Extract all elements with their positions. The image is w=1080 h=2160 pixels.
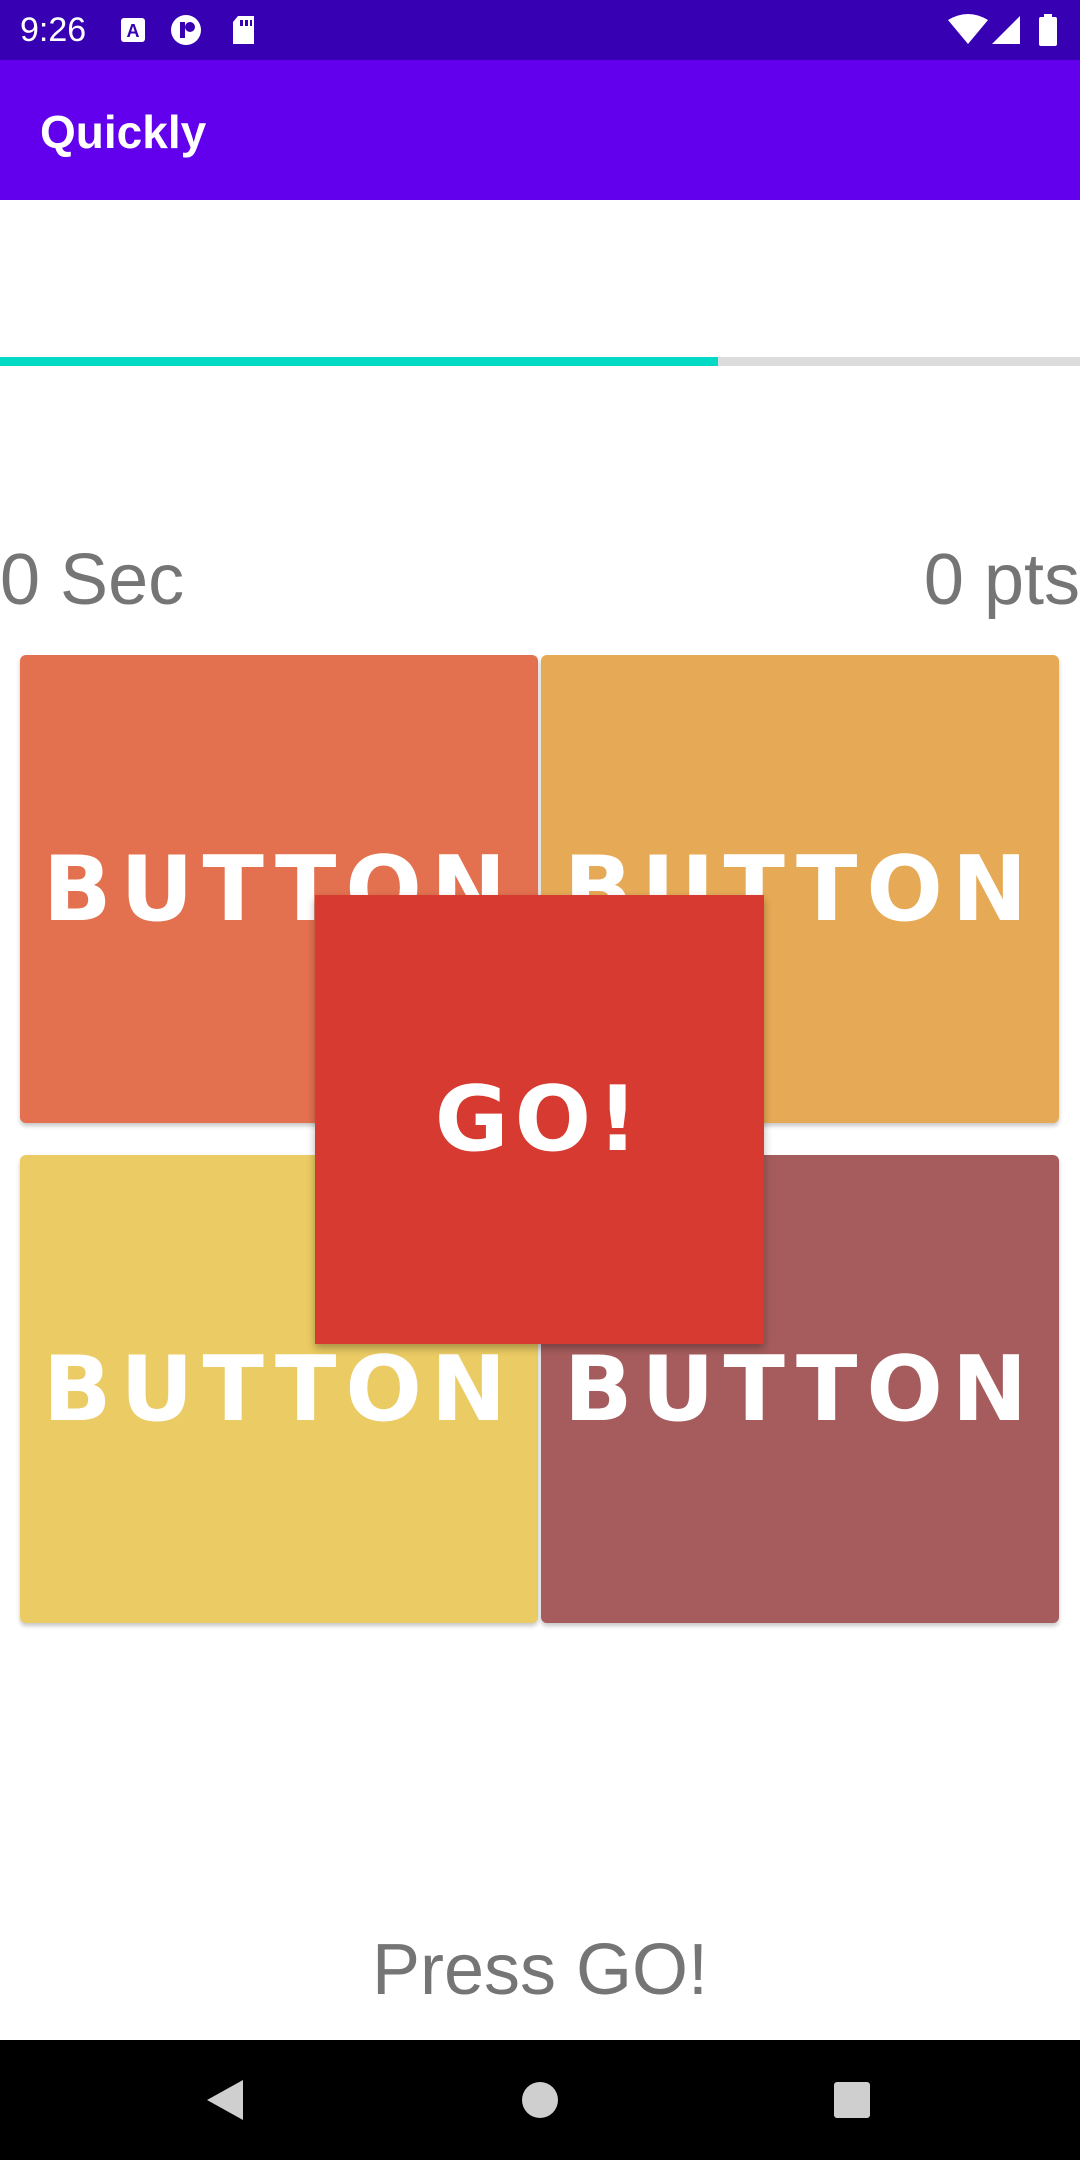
navigation-bar bbox=[0, 2040, 1080, 2160]
score-text: 0 pts bbox=[923, 540, 1080, 620]
status-time: 9:26 bbox=[20, 11, 87, 49]
a-box-icon: A bbox=[121, 18, 145, 42]
sd-card-icon bbox=[233, 16, 254, 44]
app-title: Quickly bbox=[40, 106, 207, 158]
battery-icon bbox=[1039, 14, 1057, 46]
hint-text: Press GO! bbox=[371, 1930, 709, 2010]
go-button[interactable]: GO! bbox=[315, 895, 764, 1344]
back-icon[interactable] bbox=[195, 2070, 255, 2130]
status-bar: 9:26 A bbox=[0, 0, 1080, 60]
progress-fill bbox=[0, 357, 719, 366]
progress-bar bbox=[0, 357, 1080, 366]
timer-text: 0 Sec bbox=[0, 540, 185, 620]
recents-icon[interactable] bbox=[822, 2070, 882, 2130]
app-bar: Quickly bbox=[0, 60, 1080, 200]
wifi-icon bbox=[948, 14, 988, 44]
signal-icon bbox=[992, 16, 1020, 44]
svg-text:A: A bbox=[127, 21, 140, 41]
p-circle-icon bbox=[171, 15, 201, 45]
home-icon[interactable] bbox=[510, 2070, 570, 2130]
